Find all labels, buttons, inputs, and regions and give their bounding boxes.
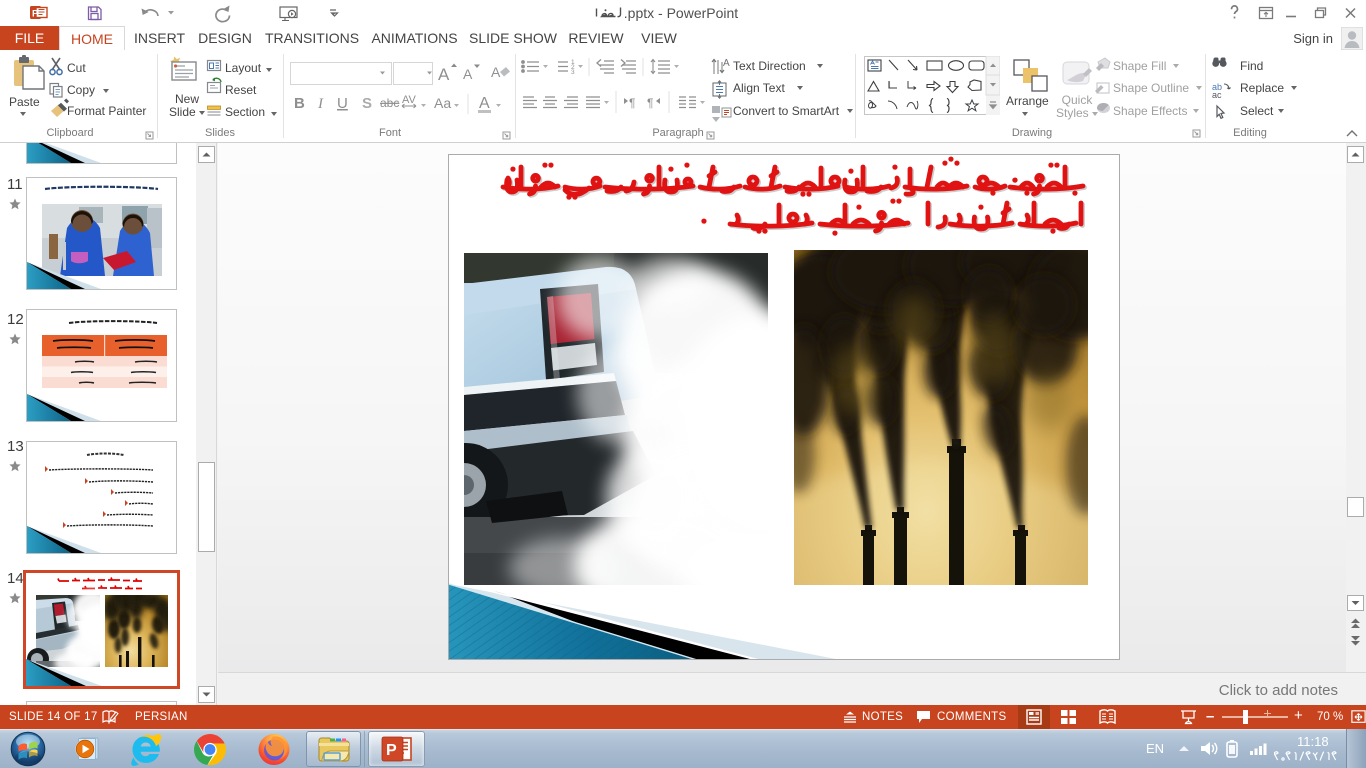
svg-text:U: U bbox=[337, 95, 348, 112]
svg-text:A: A bbox=[723, 58, 730, 69]
svg-text:P: P bbox=[386, 742, 397, 759]
svg-text:Aa: Aa bbox=[434, 95, 451, 111]
svg-text:A: A bbox=[479, 95, 490, 112]
svg-text:S: S bbox=[362, 95, 372, 112]
svg-text:B: B bbox=[294, 95, 305, 112]
svg-text:I: I bbox=[317, 96, 324, 112]
svg-text:¶: ¶ bbox=[647, 96, 653, 110]
svg-text:abc: abc bbox=[380, 96, 399, 110]
svg-text:3: 3 bbox=[571, 69, 575, 76]
svg-text:A: A bbox=[463, 66, 473, 82]
svg-text:A: A bbox=[491, 64, 501, 80]
svg-text:ac: ac bbox=[1212, 90, 1222, 100]
svg-text:¶: ¶ bbox=[629, 96, 635, 110]
svg-text:A: A bbox=[438, 65, 450, 84]
